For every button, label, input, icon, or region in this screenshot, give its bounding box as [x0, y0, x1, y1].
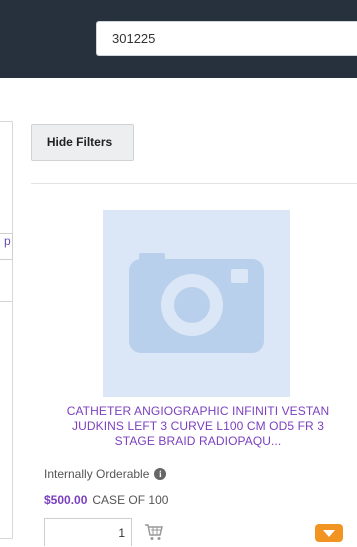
- more-options-button[interactable]: [315, 524, 343, 542]
- product-title-link[interactable]: CATHETER ANGIOGRAPHIC INFINITI VESTAN JU…: [60, 404, 336, 449]
- orderable-label: Internally Orderable: [44, 467, 150, 481]
- orderable-status: Internally Orderable i: [44, 467, 167, 481]
- unit-of-measure: CASE OF 100: [92, 493, 169, 507]
- info-icon[interactable]: i: [154, 468, 167, 480]
- top-navigation-bar: 301225: [0, 0, 357, 78]
- cart-icon[interactable]: [144, 523, 164, 541]
- product-image-placeholder[interactable]: [103, 210, 290, 397]
- filters-divider: [0, 301, 13, 302]
- filters-panel: [0, 121, 13, 539]
- quantity-input[interactable]: 1: [44, 518, 132, 546]
- results-divider: [31, 183, 357, 184]
- filter-option[interactable]: p: [0, 233, 13, 260]
- camera-icon: [129, 253, 264, 353]
- search-input[interactable]: 301225: [96, 21, 357, 56]
- product-price: $500.00: [44, 493, 88, 507]
- hide-filters-button[interactable]: Hide Filters: [31, 124, 134, 161]
- price-row: $500.00 CASE OF 100: [44, 493, 168, 507]
